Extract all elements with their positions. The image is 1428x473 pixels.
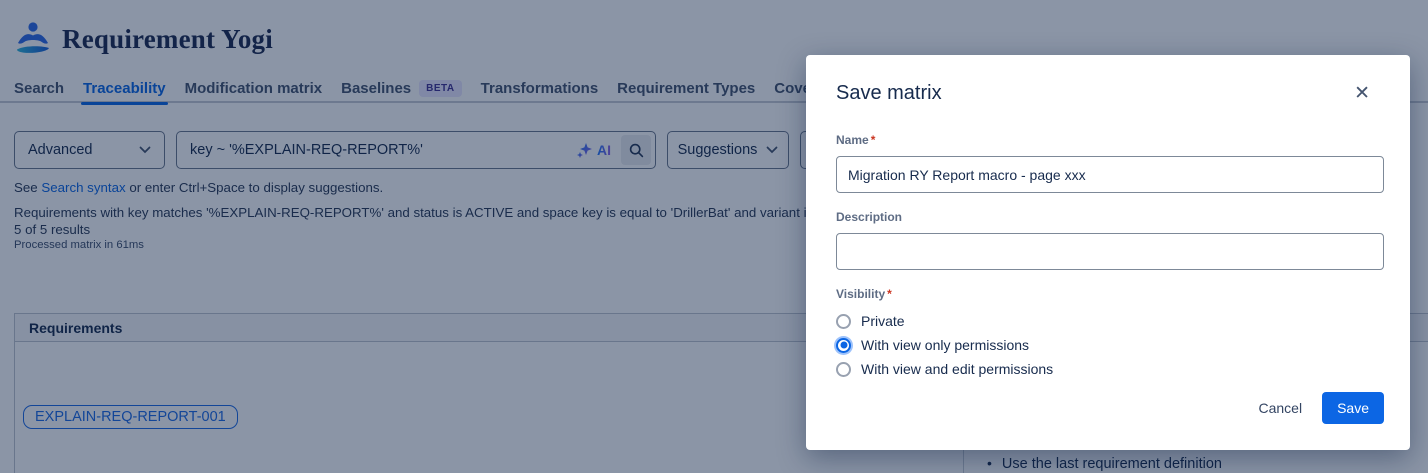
dialog-title: Save matrix [836, 82, 942, 105]
visibility-label: Visibility* [836, 287, 892, 301]
required-mark: * [887, 287, 892, 301]
radio-button[interactable] [836, 362, 851, 377]
radio-button[interactable] [836, 314, 851, 329]
description-label: Description [836, 210, 902, 224]
name-label: Name* [836, 133, 875, 147]
radio-button[interactable] [836, 338, 851, 353]
visibility-option-private[interactable]: Private [836, 313, 1384, 329]
visibility-option-view-only[interactable]: With view only permissions [836, 337, 1384, 353]
save-matrix-dialog: Save matrix ✕ Name* Description Visibili… [806, 55, 1410, 450]
required-mark: * [871, 133, 876, 147]
cancel-button[interactable]: Cancel [1246, 393, 1314, 423]
visibility-option-view-and-edit[interactable]: With view and edit permissions [836, 361, 1384, 377]
save-button[interactable]: Save [1322, 392, 1384, 424]
description-field[interactable] [836, 233, 1384, 270]
name-field[interactable] [836, 156, 1384, 193]
close-icon[interactable]: ✕ [1354, 84, 1370, 103]
